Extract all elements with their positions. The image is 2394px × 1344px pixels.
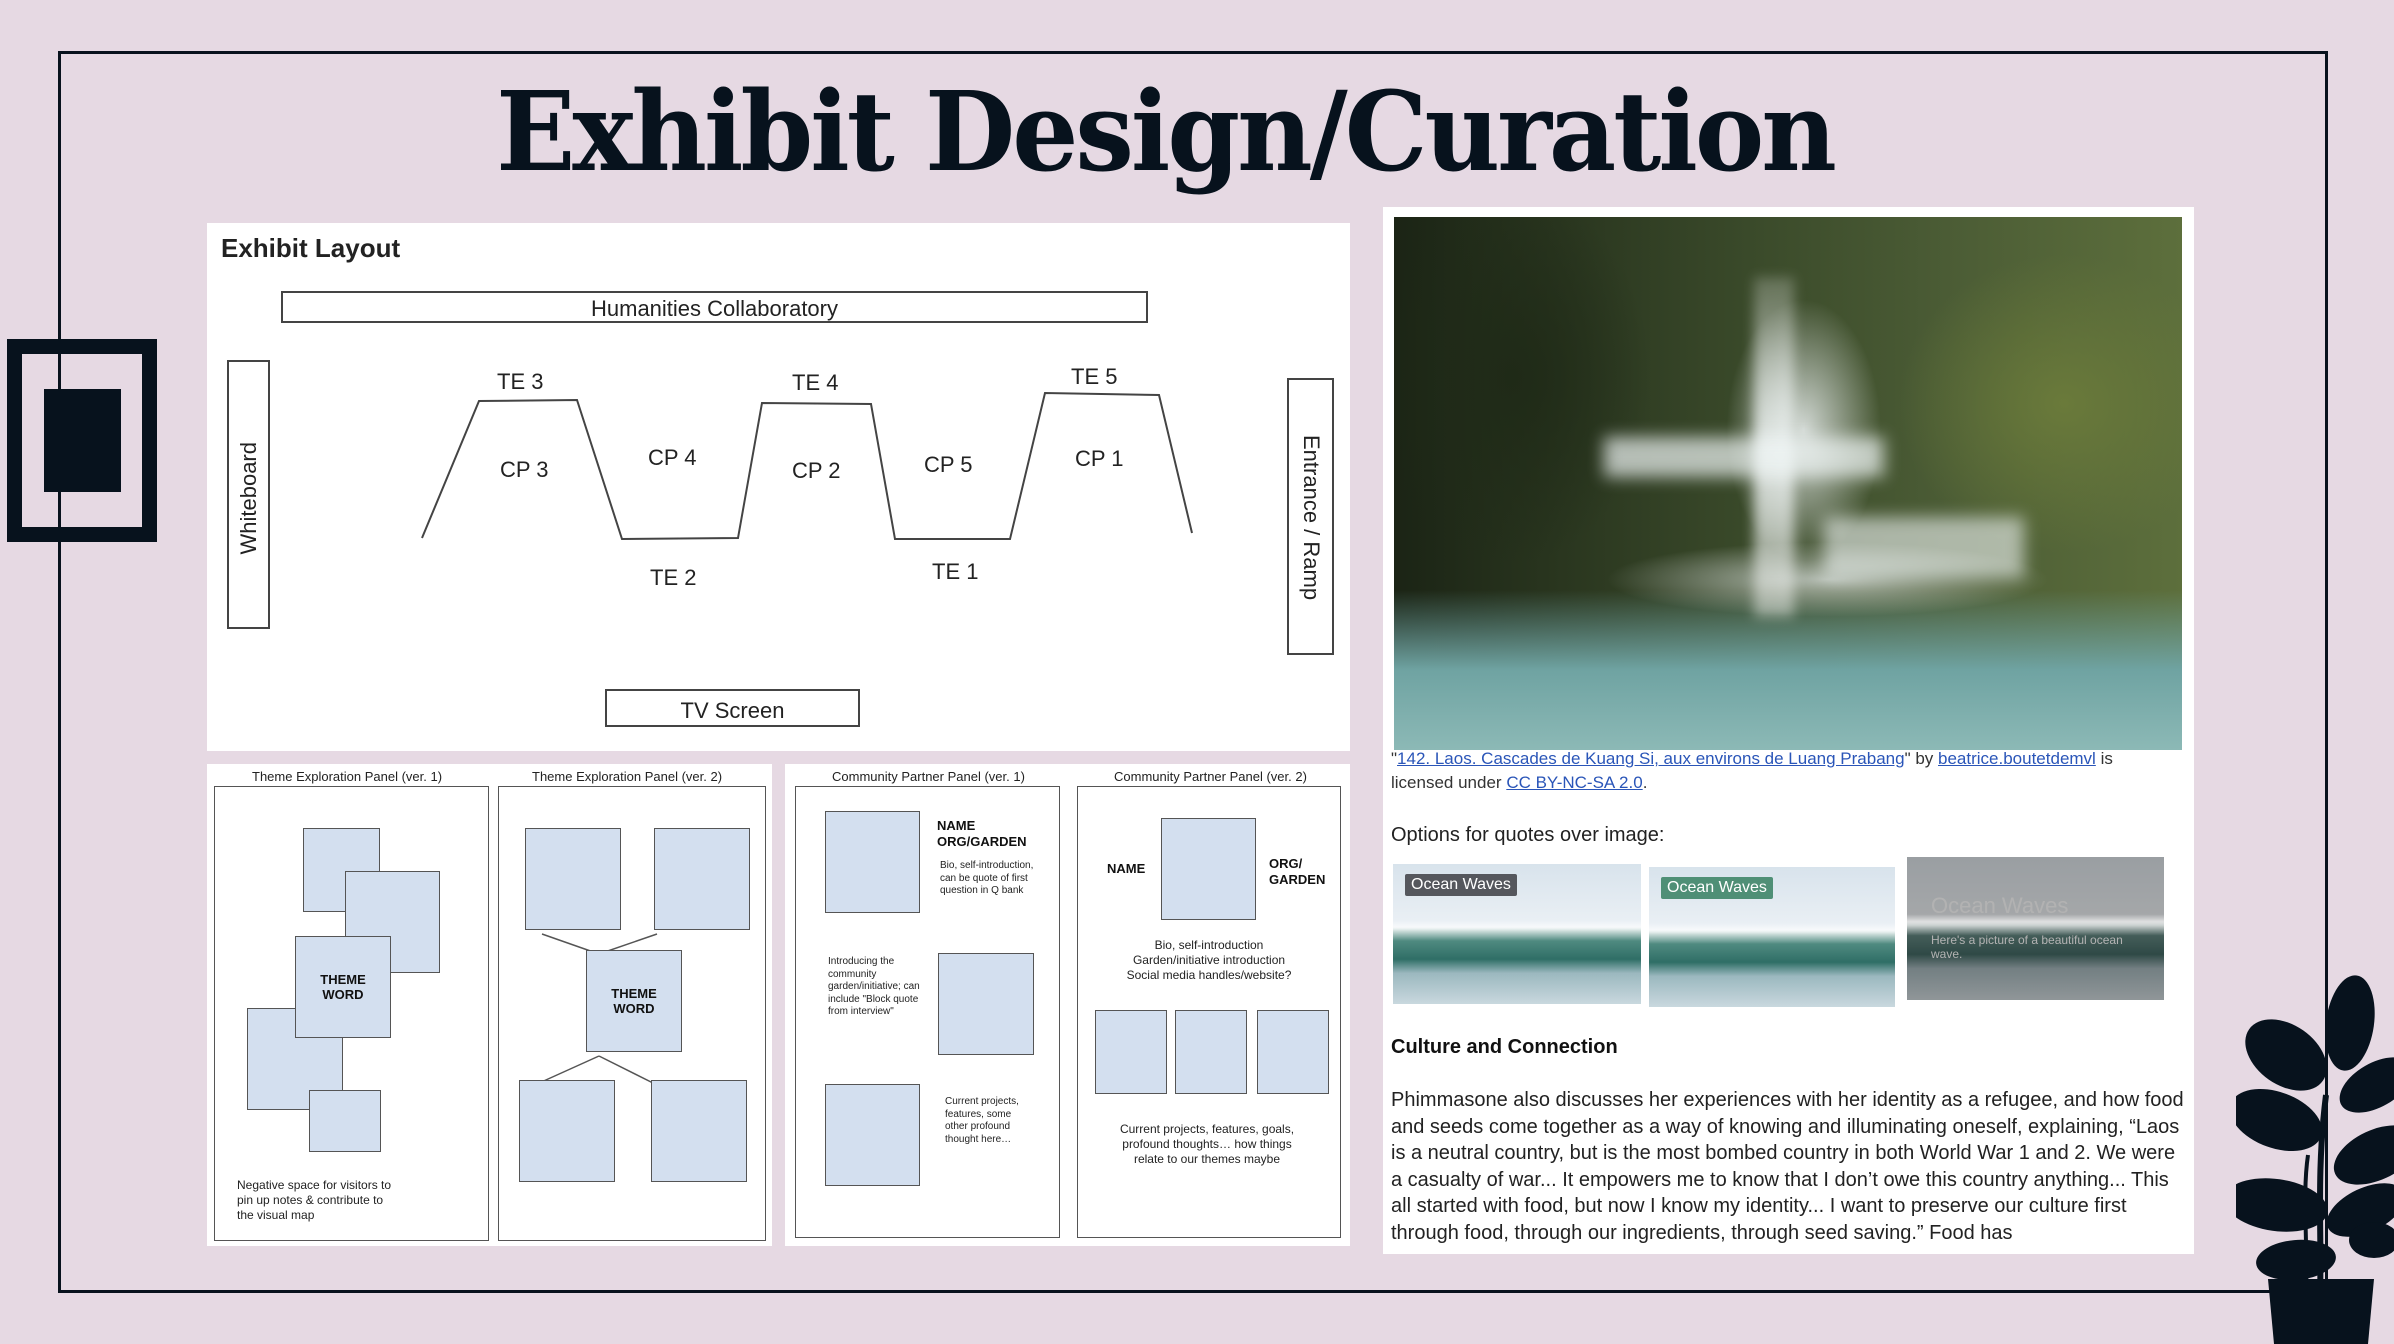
theme-word-box: THEME WORD [586,950,682,1052]
option-2-tag: Ocean Waves [1661,877,1773,899]
theme-panels-image: Theme Exploration Panel (ver. 1) Theme E… [207,764,772,1246]
body-paragraph: Phimmasone also discusses her experience… [1391,1089,2184,1244]
potted-plant-icon [2236,975,2394,1344]
photo-placeholder [825,811,920,913]
cp4-label: CP 4 [648,445,697,470]
exhibit-path-lines [421,391,1193,541]
v2-bio-line3: Social media handles/website? [1126,968,1292,982]
v1-intro: Introducing the community garden/initiat… [828,956,920,1017]
placeholder-box [525,828,621,930]
v1-name: NAME [937,818,976,833]
v2-projects: Current projects, features, goals, profo… [1119,1122,1295,1166]
author-link[interactable]: beatrice.boutetdemvl [1938,749,2096,768]
v2-name: NAME [1107,861,1146,876]
te4-label: TE 4 [792,370,839,395]
page-title: Exhibit Design/Curation [496,66,1837,197]
cp1-label: CP 1 [1075,446,1124,471]
photo-credit-line2: licensed under CC BY-NC-SA 2.0. [1391,773,1647,793]
community-v1-caption: Community Partner Panel (ver. 1) [832,769,1025,784]
placeholder-box [519,1080,615,1182]
photo-placeholder [1095,1010,1167,1094]
photo-placeholder [938,953,1034,1055]
quote-option-2: Ocean Waves [1649,867,1895,1007]
credit-licensed: licensed under [1391,773,1507,792]
option-3-subtitle: Here's a picture of a beautiful ocean wa… [1931,933,2123,961]
section-heading: Culture and Connection [1391,1036,1618,1058]
te2-label: TE 2 [650,565,697,590]
placeholder-box [651,1080,747,1182]
te3-label: TE 3 [497,369,544,394]
community-v2-caption: Community Partner Panel (ver. 2) [1114,769,1307,784]
credit-period: . [1642,773,1648,792]
waterfall-photo [1394,217,2182,750]
v1-org: ORG/GARDEN [937,834,1027,849]
theme-word-line1: THEME [611,986,657,1001]
v1-projects: Current projects, features, some other p… [945,1096,1019,1145]
cp5-label: CP 5 [924,452,973,477]
v2-bio-line2: Garden/initiative introduction [1132,953,1286,967]
quote-option-1: Ocean Waves [1393,864,1641,1004]
document-panel: "142. Laos. Cascades de Kuang Si, aux en… [1383,207,2194,1254]
v2-bio-line1: Bio, self-introduction [1154,938,1264,952]
exhibit-layout-diagram: Exhibit Layout Humanities Collaboratory … [207,223,1350,751]
quote-option-3: Ocean Waves Here's a picture of a beauti… [1907,857,2164,1000]
te5-label: TE 5 [1071,364,1118,389]
photo-placeholder [1175,1010,1247,1094]
v2-org-line1: ORG/ [1269,856,1303,871]
photo-credit-line1: "142. Laos. Cascades de Kuang Si, aux en… [1391,749,2113,769]
cascade-highlight [1604,437,1884,477]
credit-by: " by [1904,749,1939,768]
cp2-label: CP 2 [792,458,841,483]
cp3-label: CP 3 [500,457,549,482]
credit-is: is [2095,749,2113,768]
te1-label: TE 1 [932,559,979,584]
option-1-tag: Ocean Waves [1405,874,1517,896]
placeholder-box [654,828,750,930]
v1-bio: Bio, self-introduction, can be quote of … [940,860,1034,896]
photo-title-link[interactable]: 142. Laos. Cascades de Kuang Si, aux env… [1397,749,1905,768]
photo-placeholder [1161,818,1256,920]
license-link[interactable]: CC BY-NC-SA 2.0 [1506,773,1642,792]
theme-word-line2: WORD [613,1001,655,1016]
decorative-block-icon [44,389,121,492]
community-panels-image: Community Partner Panel (ver. 1) Communi… [785,764,1350,1246]
cascade-highlight [1824,517,2024,577]
photo-placeholder [825,1084,920,1186]
v2-org-line2: GARDEN [1269,872,1326,887]
option-3-title: Ocean Waves [1931,893,2069,918]
photo-placeholder [1257,1010,1329,1094]
options-label: Options for quotes over image: [1391,824,1665,846]
